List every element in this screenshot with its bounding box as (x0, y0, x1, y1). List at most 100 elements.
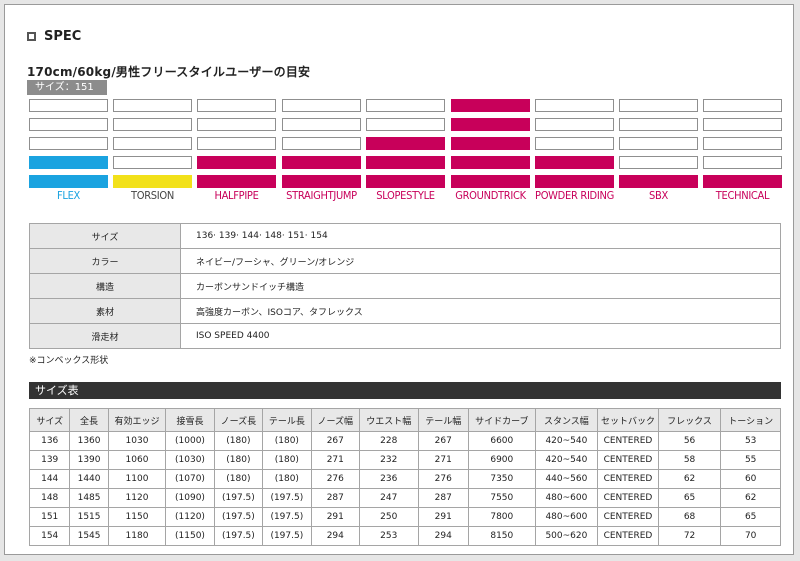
table-cell: 480~600 (534, 507, 599, 527)
table-cell: 1060 (107, 450, 167, 470)
spec-value: カーボンサンドイッチ構造 (180, 273, 781, 299)
meter-slopestyle (366, 99, 445, 194)
meter-segment (282, 175, 361, 188)
table-cell: 1100 (107, 469, 167, 489)
column-header: ノーズ長 (213, 408, 264, 432)
meter-flex (29, 99, 108, 194)
meter-segment (113, 137, 192, 150)
meter-segment (366, 137, 445, 150)
table-cell: 72 (657, 526, 722, 546)
meter-segment (451, 175, 530, 188)
table-cell: (197.5) (262, 488, 312, 508)
table-cell: 271 (310, 450, 361, 470)
spec-panel: SPEC 170cm/60kg/男性フリースタイルユーザーの目安 サイズ：151… (4, 4, 794, 555)
table-cell: (180) (213, 450, 264, 470)
table-cell: 70 (720, 526, 781, 546)
meter-segment (29, 99, 108, 112)
table-cell: 7350 (468, 469, 536, 489)
table-cell: 291 (417, 507, 470, 527)
meter-segment (113, 156, 192, 169)
column-header: ノーズ幅 (310, 408, 361, 432)
column-header: テール長 (262, 408, 312, 432)
meter-segment (366, 156, 445, 169)
table-cell: 1440 (69, 469, 109, 489)
table-cell: 68 (657, 507, 722, 527)
meter-segment (703, 99, 782, 112)
column-header: 全長 (69, 408, 109, 432)
meter-segment (619, 156, 698, 169)
table-cell: 62 (657, 469, 722, 489)
spec-row: 素材 高強度カーボン、ISOコア、タフレックス (29, 298, 781, 324)
table-cell: (197.5) (213, 526, 264, 546)
table-cell: 65 (657, 488, 722, 508)
table-cell: (197.5) (262, 526, 312, 546)
spec-heading-text: SPEC (44, 29, 82, 44)
table-cell: (180) (262, 450, 312, 470)
table-row: 139 1390 1060 (1030) (180) (180) 271 232 271 6900… (28, 450, 781, 470)
table-cell: 58 (657, 450, 722, 470)
meter-segment (535, 99, 614, 112)
table-cell: 55 (720, 450, 781, 470)
meter-segment (113, 99, 192, 112)
meter-segment (366, 118, 445, 131)
square-bullet-icon (26, 31, 37, 42)
table-cell: 1150 (107, 507, 167, 527)
table-cell: CENTERED (597, 526, 659, 546)
meter-segment (197, 99, 276, 112)
shape-note: ※コンベックス形状 (29, 356, 109, 366)
column-header: トーション (720, 408, 781, 432)
table-cell: (197.5) (213, 507, 264, 527)
table-cell: 1030 (107, 431, 167, 451)
table-row: 151 1515 1150 (1120) (197.5) (197.5) 291 250 291… (28, 507, 781, 527)
table-cell: CENTERED (597, 450, 659, 470)
meter-segment (451, 118, 530, 131)
table-cell: (1030) (165, 450, 215, 470)
table-cell: (180) (262, 431, 312, 451)
column-header: 有効エッジ (107, 408, 167, 432)
meter-segment (29, 175, 108, 188)
table-row: 136 1360 1030 (1000) (180) (180) 267 228 267 6600… (28, 431, 781, 451)
table-cell: 62 (720, 488, 781, 508)
table-cell: 294 (310, 526, 361, 546)
column-header: 接雪長 (165, 408, 215, 432)
meter-label: TECHNICAL (715, 189, 770, 202)
meter-torsion (113, 99, 192, 194)
table-cell: 6900 (468, 450, 536, 470)
spec-label: サイズ (29, 223, 181, 249)
table-cell: CENTERED (597, 488, 659, 508)
meter-segment (451, 137, 530, 150)
spec-label: 構造 (29, 273, 181, 299)
table-cell: 144 (28, 469, 71, 489)
meter-segment (29, 156, 108, 169)
column-header: サイズ (28, 408, 71, 432)
spec-value: ISO SPEED 4400 (180, 323, 781, 349)
table-cell: 253 (359, 526, 419, 546)
table-cell: 1515 (69, 507, 109, 527)
meter-halfpipe (197, 99, 276, 194)
table-cell: 287 (417, 488, 470, 508)
spec-row: 構造 カーボンサンドイッチ構造 (29, 273, 781, 299)
column-header: サイドカーブ (468, 408, 536, 432)
column-header: セットバック (597, 408, 659, 432)
table-cell: 1180 (107, 526, 167, 546)
meter-segment (282, 118, 361, 131)
column-header: フレックス (657, 408, 722, 432)
meter-segment (703, 175, 782, 188)
table-cell: 440~560 (534, 469, 599, 489)
column-header: テール幅 (417, 408, 470, 432)
table-cell: 480~600 (534, 488, 599, 508)
meter-segment (282, 137, 361, 150)
meter-segment (197, 175, 276, 188)
table-cell: 500~620 (534, 526, 599, 546)
spec-row: カラー ネイビー/フーシャ、グリーン/オレンジ (29, 248, 781, 274)
spec-label: 素材 (29, 298, 181, 324)
meter-segment (366, 99, 445, 112)
table-cell: 1360 (69, 431, 109, 451)
meter-segment (703, 156, 782, 169)
size-chart-header-row: サイズ 全長 有効エッジ 接雪長 ノーズ長 テール長 ノーズ幅 ウエスト幅 テール幅 サイドカーブ… (28, 408, 781, 432)
meter-straightjump (282, 99, 361, 194)
meter-segment (535, 137, 614, 150)
table-cell: 65 (720, 507, 781, 527)
spec-label: 滑走材 (29, 323, 181, 349)
table-cell: 154 (28, 526, 71, 546)
